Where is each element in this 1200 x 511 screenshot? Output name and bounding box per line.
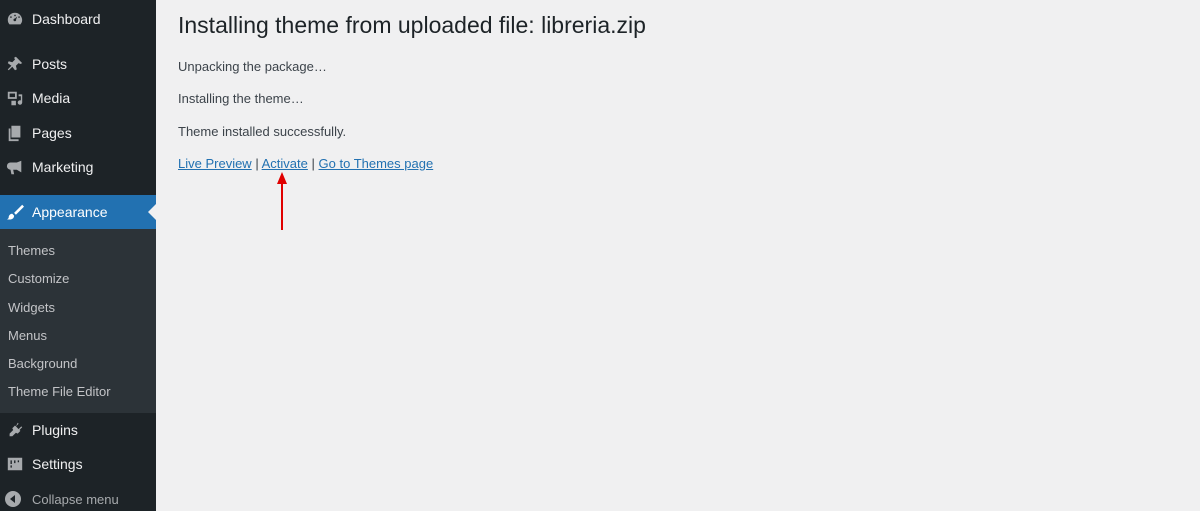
settings-icon	[5, 454, 25, 474]
annotation-arrow-icon	[277, 172, 287, 230]
live-preview-link[interactable]: Live Preview	[178, 156, 252, 171]
sidebar-item-plugins[interactable]: Plugins	[0, 413, 156, 447]
page-title: Installing theme from uploaded file: lib…	[178, 12, 646, 38]
sidebar-item-marketing[interactable]: Marketing	[0, 150, 156, 184]
sidebar-item-label: Plugins	[32, 422, 78, 438]
sidebar-item-posts[interactable]: Posts	[0, 47, 156, 81]
sidebar-item-pages[interactable]: Pages	[0, 116, 156, 150]
current-menu-indicator	[148, 204, 156, 220]
sidebar-item-label: Dashboard	[32, 11, 101, 27]
status-message-success: Theme installed successfully.	[178, 124, 347, 139]
status-message-installing: Installing the theme…	[178, 91, 304, 106]
sidebar-item-media[interactable]: Media	[0, 81, 156, 115]
sidebar-item-label: Marketing	[32, 159, 94, 175]
pushpin-icon	[5, 54, 25, 74]
sidebar-item-appearance[interactable]: Appearance	[0, 195, 156, 229]
appearance-submenu: Themes Customize Widgets Menus Backgroun…	[0, 229, 156, 413]
pages-icon	[5, 123, 25, 143]
sidebar-item-label: Appearance	[32, 204, 108, 220]
status-message-unpacking: Unpacking the package…	[178, 59, 327, 74]
submenu-item-background[interactable]: Background	[8, 356, 77, 371]
megaphone-icon	[5, 157, 25, 177]
action-links: Live Preview | Activate | Go to Themes p…	[178, 156, 433, 171]
sidebar-item-label: Settings	[32, 456, 83, 472]
paintbrush-icon	[5, 202, 25, 222]
submenu-item-theme-file-editor[interactable]: Theme File Editor	[8, 384, 111, 399]
link-separator: |	[255, 156, 259, 171]
submenu-item-menus[interactable]: Menus	[8, 328, 47, 343]
collapse-arrow-icon	[5, 491, 21, 507]
sidebar-item-label: Pages	[32, 125, 72, 141]
sidebar-item-settings[interactable]: Settings	[0, 447, 156, 481]
collapse-menu-button[interactable]: Collapse menu	[0, 488, 156, 510]
submenu-item-customize[interactable]: Customize	[8, 271, 69, 286]
dashboard-icon	[5, 9, 25, 29]
collapse-menu-label: Collapse menu	[32, 491, 119, 507]
plugin-icon	[5, 420, 25, 440]
link-separator: |	[311, 156, 315, 171]
submenu-item-themes[interactable]: Themes	[8, 243, 55, 258]
sidebar-item-dashboard[interactable]: Dashboard	[0, 2, 156, 36]
submenu-item-widgets[interactable]: Widgets	[8, 300, 55, 315]
sidebar-item-label: Posts	[32, 56, 68, 72]
admin-sidebar: Dashboard Posts Media Pages Marketing Ap…	[0, 0, 156, 511]
sidebar-item-label: Media	[32, 90, 71, 106]
media-icon	[5, 88, 25, 108]
themes-page-link[interactable]: Go to Themes page	[319, 156, 434, 171]
